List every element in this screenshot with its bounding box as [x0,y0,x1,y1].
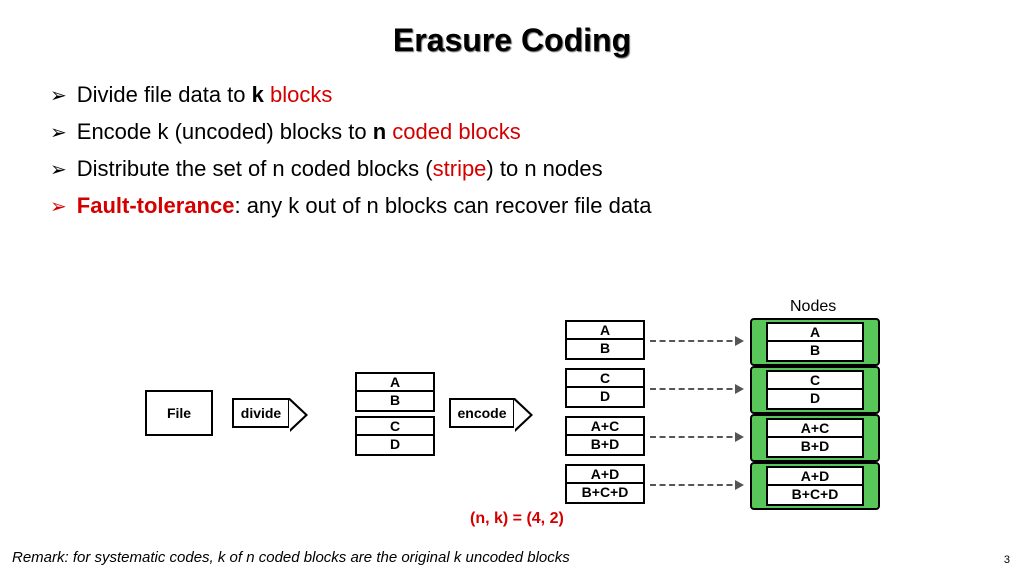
cell: D [567,388,643,406]
encode-arrow: encode [449,398,515,428]
node-2: C D [750,366,880,414]
bullet-marker-icon: ➢ [50,117,67,151]
divide-arrow: divide [232,398,290,428]
coded-block-3: A+C B+D [565,416,645,456]
nodes-label: Nodes [790,298,836,316]
bullet-3-pre: Distribute the set of n coded blocks ( [77,156,433,181]
bullet-4: ➢ Fault-tolerance: any k out of n blocks… [50,188,1024,225]
bullet-2-post: coded blocks [386,119,521,144]
bullet-1-post: blocks [264,82,332,107]
bullet-4-ft: Fault-tolerance [77,193,235,218]
divided-block-ab: A B [355,372,435,412]
cell: A+C [768,420,862,438]
node-3: A+C B+D [750,414,880,462]
bullet-marker-icon: ➢ [50,80,67,114]
cell: B+D [768,438,862,456]
cell: A+D [768,468,862,486]
cell: A+D [567,466,643,484]
bullet-2-pre: Encode k (uncoded) blocks to [77,119,373,144]
cell: C [567,370,643,388]
bullet-list: ➢ Divide file data to k blocks ➢ Encode … [50,77,1024,225]
dashed-arrow-icon [650,484,742,486]
cell: A [768,324,862,342]
bullet-1: ➢ Divide file data to k blocks [50,77,1024,114]
diagram: File divide A B C D encode A B C D A+C B… [0,300,1024,520]
cell: B+D [567,436,643,454]
bullet-3: ➢ Distribute the set of n coded blocks (… [50,151,1024,188]
cell: B+C+D [768,486,862,504]
node-1: A B [750,318,880,366]
cell: A+C [567,418,643,436]
cell: D [768,390,862,408]
cell: D [357,436,433,454]
coded-block-4: A+D B+C+D [565,464,645,504]
coded-block-2: C D [565,368,645,408]
cell: B [567,340,643,358]
cell: A [567,322,643,340]
bullet-2: ➢ Encode k (uncoded) blocks to n coded b… [50,114,1024,151]
page-number: 3 [1004,554,1010,566]
cell: A [357,374,433,392]
bullet-3-post: ) to n nodes [486,156,602,181]
divide-label: divide [241,405,281,421]
coded-block-1: A B [565,320,645,360]
bullet-marker-icon: ➢ [50,154,67,188]
dashed-arrow-icon [650,388,742,390]
bullet-1-k: k [252,82,264,107]
bullet-3-stripe: stripe [433,156,487,181]
bullet-4-rest: : any k out of n blocks can recover file… [234,193,651,218]
encode-label: encode [457,405,506,421]
remark-text: Remark: for systematic codes, k of n cod… [12,549,570,566]
cell: C [357,418,433,436]
node-4: A+D B+C+D [750,462,880,510]
cell: B [768,342,862,360]
bullet-1-pre: Divide file data to [77,82,252,107]
dashed-arrow-icon [650,340,742,342]
dashed-arrow-icon [650,436,742,438]
slide-title: Erasure Coding [0,0,1024,59]
bullet-marker-icon: ➢ [50,191,67,225]
cell: C [768,372,862,390]
file-box: File [145,390,213,436]
cell: B+C+D [567,484,643,502]
bullet-2-n: n [373,119,386,144]
nk-label: (n, k) = (4, 2) [470,510,564,528]
divided-block-cd: C D [355,416,435,456]
cell: B [357,392,433,410]
